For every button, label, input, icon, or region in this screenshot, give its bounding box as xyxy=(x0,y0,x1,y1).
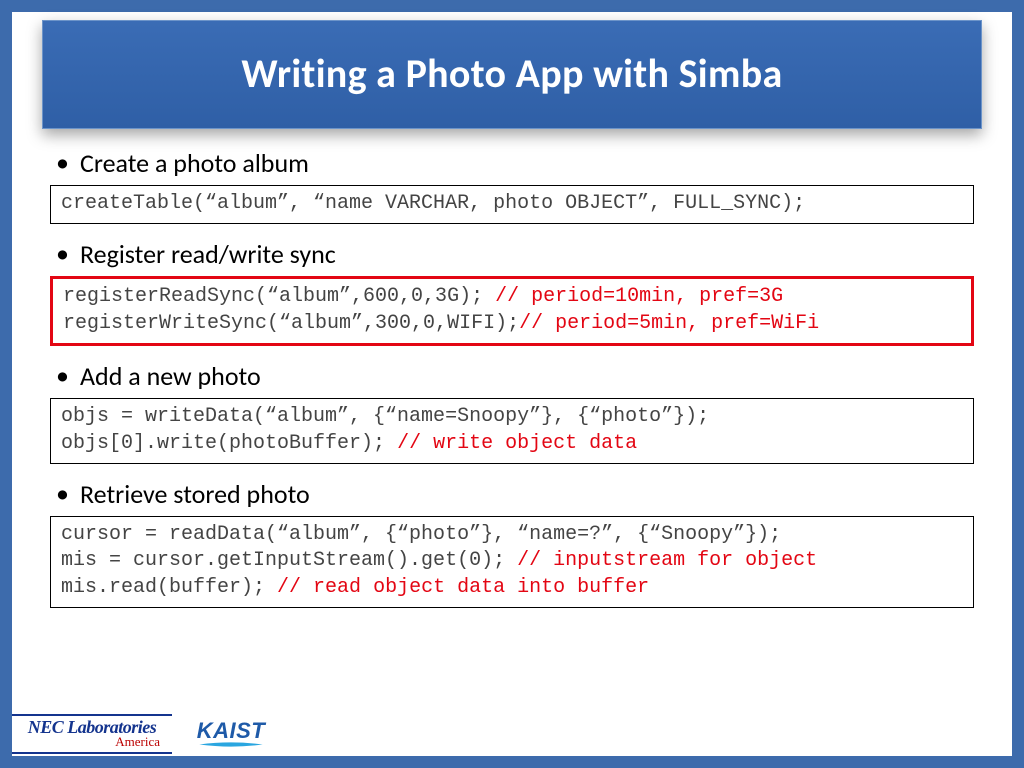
code-text: mis.read(buffer); xyxy=(61,576,277,599)
kaist-logo: KAIST xyxy=(186,716,276,752)
swoosh-icon xyxy=(193,742,269,747)
bullet-retrieve-photo: Retrieve stored photo xyxy=(52,478,974,510)
code-create-table: createTable(“album”, “name VARCHAR, phot… xyxy=(50,185,974,224)
code-comment: // read object data into buffer xyxy=(277,576,649,599)
code-comment: // period=10min, pref=3G xyxy=(495,285,783,308)
code-read-data: cursor = readData(“album”, {“photo”}, “n… xyxy=(50,516,974,608)
code-text: registerWriteSync(“album”,300,0,WIFI); xyxy=(63,312,519,335)
bullet-add-photo: Add a new photo xyxy=(52,360,974,392)
code-line: cursor = readData(“album”, {“photo”}, “n… xyxy=(61,522,963,548)
nec-logo: NEC Laboratories America xyxy=(12,714,172,754)
code-register-sync: registerReadSync(“album”,600,0,3G); // p… xyxy=(50,276,974,346)
slide-body: Create a photo album createTable(“album”… xyxy=(12,147,1012,608)
bullet-register-sync: Register read/write sync xyxy=(52,238,974,270)
code-line: objs = writeData(“album”, {“name=Snoopy”… xyxy=(61,404,963,430)
code-text: objs[0].write(photoBuffer); xyxy=(61,432,397,455)
code-line: objs[0].write(photoBuffer); // write obj… xyxy=(61,431,963,457)
code-comment: // inputstream for object xyxy=(517,549,817,572)
code-line: registerWriteSync(“album”,300,0,WIFI);//… xyxy=(63,311,961,337)
bullet-create-album: Create a photo album xyxy=(52,147,974,179)
code-line: registerReadSync(“album”,600,0,3G); // p… xyxy=(63,284,961,310)
code-comment: // write object data xyxy=(397,432,637,455)
kaist-logo-text: KAIST xyxy=(197,721,266,741)
page-number: 9 xyxy=(988,724,998,748)
code-text: registerReadSync(“album”,600,0,3G); xyxy=(63,285,495,308)
nec-logo-bottom: America xyxy=(115,736,160,748)
title-bar: Writing a Photo App with Simba xyxy=(42,20,982,129)
code-line: mis.read(buffer); // read object data in… xyxy=(61,575,963,601)
code-comment: // period=5min, pref=WiFi xyxy=(519,312,819,335)
code-write-data: objs = writeData(“album”, {“name=Snoopy”… xyxy=(50,398,974,464)
code-line: mis = cursor.getInputStream().get(0); //… xyxy=(61,548,963,574)
code-line: createTable(“album”, “name VARCHAR, phot… xyxy=(61,191,963,217)
slide: Writing a Photo App with Simba Create a … xyxy=(0,0,1024,768)
footer: NEC Laboratories America KAIST xyxy=(12,712,276,756)
slide-title: Writing a Photo App with Simba xyxy=(53,49,971,98)
code-text: mis = cursor.getInputStream().get(0); xyxy=(61,549,517,572)
